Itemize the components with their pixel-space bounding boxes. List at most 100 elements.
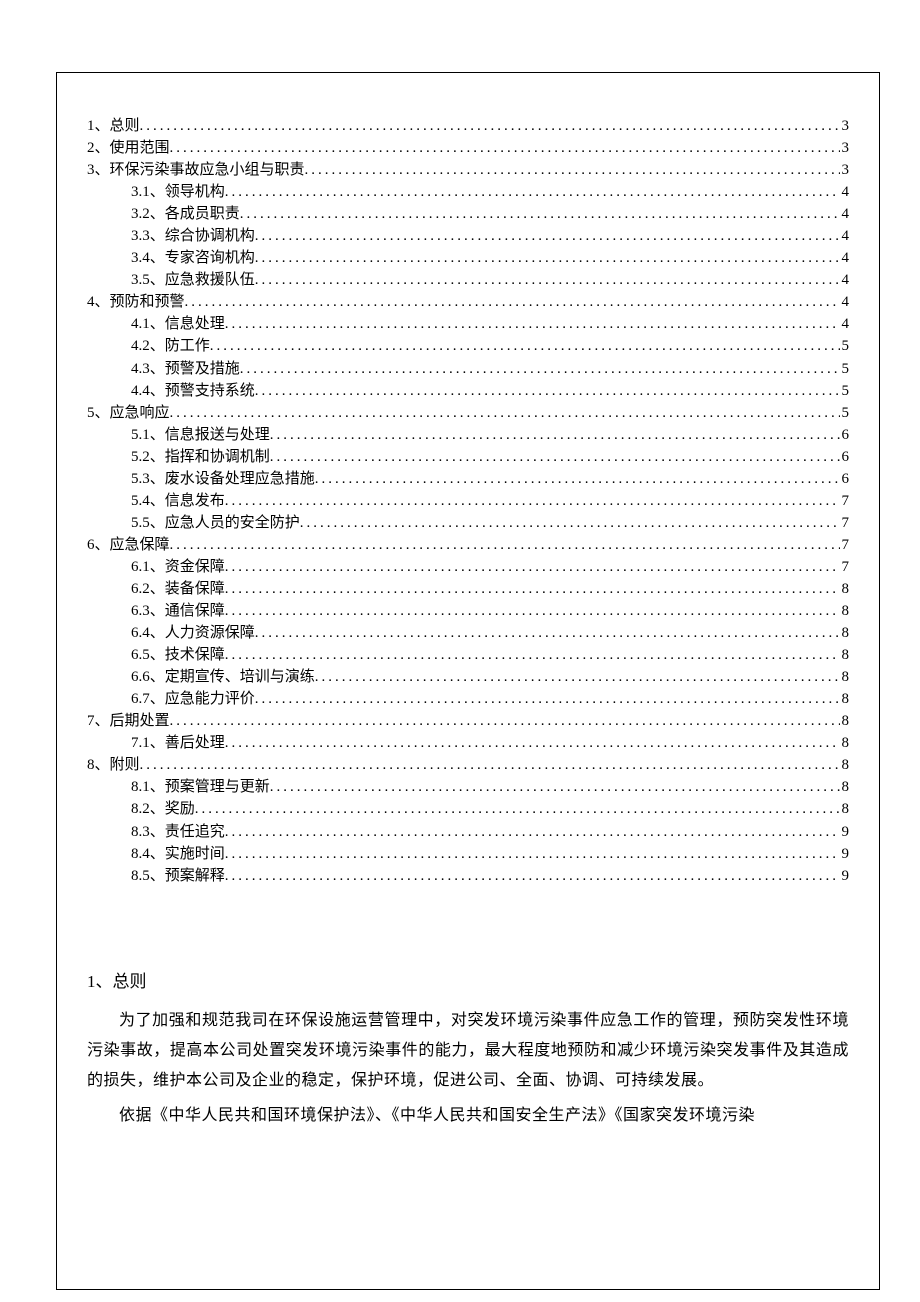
toc-entry[interactable]: 2、使用范围3 [87, 137, 849, 159]
toc-entry-page: 4 [840, 247, 850, 269]
toc-entry-page: 5 [840, 402, 850, 424]
toc-entry-label: 5.1、信息报送与处理 [131, 424, 270, 446]
toc-leader-dots [225, 843, 840, 865]
toc-leader-dots [300, 512, 840, 534]
page-frame: 1、总则32、使用范围33、环保污染事故应急小组与职责33.1、领导机构43.2… [56, 72, 880, 1290]
toc-entry[interactable]: 3.2、各成员职责4 [87, 203, 849, 225]
toc-entry-label: 3.4、专家咨询机构 [131, 247, 255, 269]
toc-entry[interactable]: 8.4、实施时间9 [87, 843, 849, 865]
toc-entry[interactable]: 6.2、装备保障8 [87, 578, 849, 600]
toc-entry[interactable]: 3.4、专家咨询机构 4 [87, 247, 849, 269]
toc-entry[interactable]: 4、预防和预警 4 [87, 291, 849, 313]
toc-entry[interactable]: 6.7、应急能力评价 8 [87, 688, 849, 710]
toc-entry-page: 9 [840, 865, 850, 887]
toc-entry-label: 1、总则 [87, 115, 140, 137]
toc-entry[interactable]: 8、附则8 [87, 754, 849, 776]
toc-entry[interactable]: 3.1、领导机构4 [87, 181, 849, 203]
toc-entry-page: 5 [840, 335, 850, 357]
toc-leader-dots [255, 269, 840, 291]
toc-entry-page: 6 [840, 446, 850, 468]
toc-entry-page: 7 [840, 556, 850, 578]
toc-entry-page: 4 [840, 313, 850, 335]
toc-entry[interactable]: 6.6、定期宣传、培训与演练 8 [87, 666, 849, 688]
toc-leader-dots [270, 446, 840, 468]
toc-entry-page: 7 [840, 490, 850, 512]
toc-leader-dots [255, 225, 840, 247]
toc-leader-dots [170, 710, 840, 732]
toc-entry[interactable]: 6.5、技术保障8 [87, 644, 849, 666]
toc-entry[interactable]: 8.3、责任追究 9 [87, 821, 849, 843]
toc-entry-page: 8 [840, 688, 850, 710]
toc-entry-label: 4.2、防工作 [131, 335, 210, 357]
toc-entry-label: 3.3、综合协调机构 [131, 225, 255, 247]
toc-entry-page: 4 [840, 291, 850, 313]
toc-leader-dots [270, 776, 840, 798]
toc-entry-page: 8 [840, 798, 850, 820]
toc-entry[interactable]: 3、环保污染事故应急小组与职责3 [87, 159, 849, 181]
toc-entry[interactable]: 5.5、应急人员的安全防护7 [87, 512, 849, 534]
toc-entry-label: 7.1、善后处理 [131, 732, 225, 754]
toc-entry[interactable]: 3.5、应急救援队伍4 [87, 269, 849, 291]
toc-entry-label: 8、附则 [87, 754, 140, 776]
toc-entry[interactable]: 6.1、资金保障 7 [87, 556, 849, 578]
toc-entry-page: 8 [840, 578, 850, 600]
toc-entry[interactable]: 6.4、人力资源保障8 [87, 622, 849, 644]
toc-entry-page: 8 [840, 644, 850, 666]
toc-entry-page: 9 [840, 821, 850, 843]
toc-entry-label: 4.1、信息处理 [131, 313, 225, 335]
toc-leader-dots [240, 203, 840, 225]
toc-entry-page: 4 [840, 203, 850, 225]
toc-leader-dots [270, 424, 840, 446]
toc-entry[interactable]: 8.5、预案解释9 [87, 865, 849, 887]
toc-leader-dots [185, 291, 840, 313]
toc-entry[interactable]: 8.1、预案管理与更新8 [87, 776, 849, 798]
toc-entry-label: 5、应急响应 [87, 402, 170, 424]
toc-entry[interactable]: 5.1、信息报送与处理6 [87, 424, 849, 446]
toc-entry[interactable]: 5.3、废水设备处理应急措施6 [87, 468, 849, 490]
toc-entry-page: 5 [840, 380, 850, 402]
toc-entry[interactable]: 1、总则 3 [87, 115, 849, 137]
toc-entry-label: 7、后期处置 [87, 710, 170, 732]
toc-entry-page: 7 [840, 534, 850, 556]
toc-entry[interactable]: 4.1、信息处理 4 [87, 313, 849, 335]
toc-entry-label: 6、应急保障 [87, 534, 170, 556]
toc-entry-label: 8.2、奖励 [131, 798, 195, 820]
toc-leader-dots [225, 578, 840, 600]
toc-entry-label: 3、环保污染事故应急小组与职责 [87, 159, 305, 181]
toc-entry-label: 4.3、预警及措施 [131, 358, 240, 380]
toc-leader-dots [305, 159, 840, 181]
toc-entry-label: 6.7、应急能力评价 [131, 688, 255, 710]
toc-entry[interactable]: 4.3、预警及措施5 [87, 358, 849, 380]
toc-entry[interactable]: 4.4、预警支持系统5 [87, 380, 849, 402]
toc-leader-dots [225, 600, 840, 622]
toc-entry-page: 8 [840, 666, 850, 688]
toc-entry-page: 8 [840, 710, 850, 732]
toc-entry[interactable]: 8.2、奖励 8 [87, 798, 849, 820]
toc-entry[interactable]: 5.2、指挥和协调机制6 [87, 446, 849, 468]
toc-entry[interactable]: 3.3、综合协调机构4 [87, 225, 849, 247]
toc-entry-page: 9 [840, 843, 850, 865]
toc-entry-page: 8 [840, 732, 850, 754]
toc-entry-label: 8.3、责任追究 [131, 821, 225, 843]
toc-leader-dots [170, 137, 840, 159]
toc-entry-label: 6.1、资金保障 [131, 556, 225, 578]
toc-entry[interactable]: 6.3、通信保障8 [87, 600, 849, 622]
toc-entry[interactable]: 7.1、善后处理 8 [87, 732, 849, 754]
paragraph: 依据《中华人民共和国环境保护法》、《中华人民共和国安全生产法》《国家突发环境污染 [87, 1101, 849, 1131]
toc-entry-label: 4、预防和预警 [87, 291, 185, 313]
toc-entry[interactable]: 5.4、信息发布7 [87, 490, 849, 512]
toc-entry-page: 7 [840, 512, 850, 534]
toc-entry-label: 8.1、预案管理与更新 [131, 776, 270, 798]
toc-entry[interactable]: 5、应急响应 5 [87, 402, 849, 424]
toc-leader-dots [225, 732, 840, 754]
toc-entry-label: 3.5、应急救援队伍 [131, 269, 255, 291]
toc-entry[interactable]: 7、后期处置 8 [87, 710, 849, 732]
toc-entry-label: 6.6、定期宣传、培训与演练 [131, 666, 315, 688]
toc-entry-page: 3 [840, 115, 850, 137]
toc-entry-label: 3.1、领导机构 [131, 181, 225, 203]
toc-leader-dots [170, 402, 840, 424]
toc-leader-dots [225, 821, 840, 843]
toc-entry-label: 6.4、人力资源保障 [131, 622, 255, 644]
toc-entry[interactable]: 4.2、防工作 5 [87, 335, 849, 357]
toc-entry[interactable]: 6、应急保障 7 [87, 534, 849, 556]
